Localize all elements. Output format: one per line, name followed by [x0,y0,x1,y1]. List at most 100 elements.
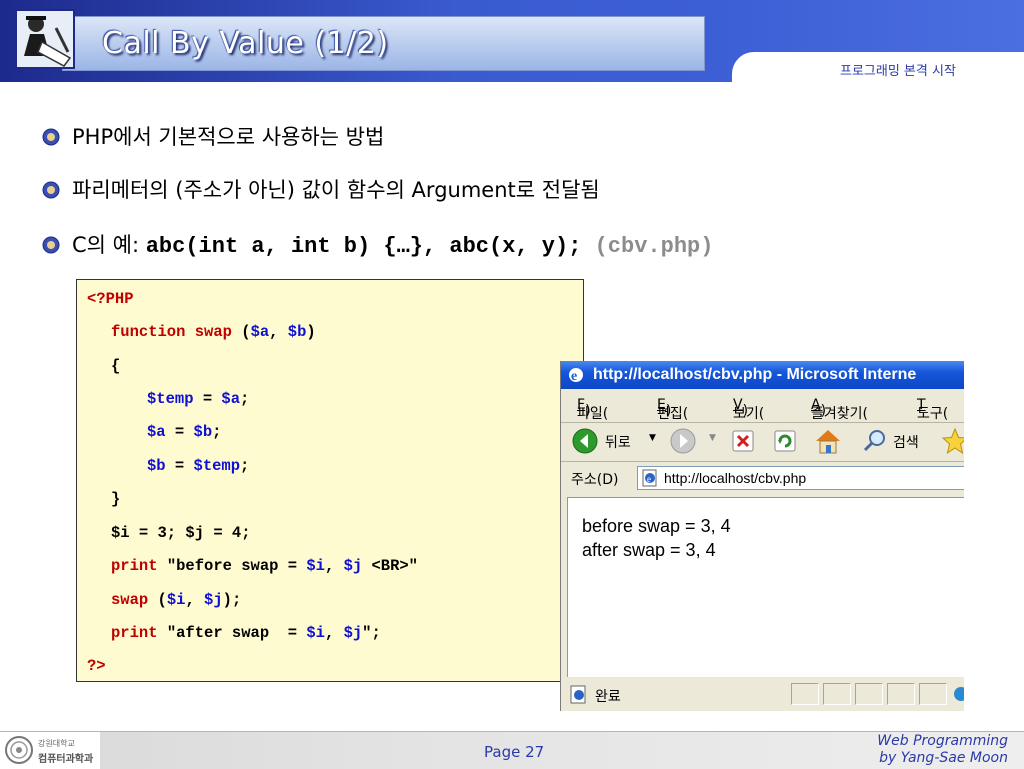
code-string: "before swap = [157,557,307,575]
bullet-3: C의 예: abc(int a, int b) {…}, abc(x, y); … [42,229,713,259]
code-listing: <?PHP function swap ($a, $b) { $temp = $… [76,279,584,682]
code-var: $j [343,624,363,642]
course-name: Web Programming [877,733,1008,749]
code-var: $i [306,624,325,642]
page-number: Page 27 [484,743,545,761]
page-icon: e [642,469,657,487]
back-arrow-icon[interactable] [571,427,599,455]
code-var: $a [250,323,270,341]
menu-edit[interactable]: 편집(E) [657,397,688,422]
browser-window: e http://localhost/cbv.php - Microsoft I… [560,361,964,711]
code-line-1: <?PHP [87,290,134,308]
back-button-label[interactable]: 뒤로 [605,432,631,452]
reading-person-icon [15,9,75,69]
code-punct: , [324,624,344,642]
code-var: $j [343,557,363,575]
chevron-down-icon[interactable]: ▼ [709,433,716,443]
bullet-emblem-icon [42,181,60,199]
code-punct: ( [148,591,167,609]
status-cell [855,683,883,705]
bullet-2-text: 파리메터의 (주소가 아닌) 값이 함수의 Argument로 전달됨 [72,178,600,202]
code-keyword: print [111,624,158,642]
code-var: $b [193,423,213,441]
code-line-8: $i = 3; $j = 4; [111,524,251,542]
code-line-6: $b = $temp; [147,457,249,475]
browser-toolbar: 뒤로 ▼ ▼ 검색 [561,423,964,459]
code-punct: ; [212,423,222,441]
code-punct: , [269,323,288,341]
code-string: <BR>" [362,557,418,575]
code-var: $temp [193,457,241,475]
menu-tools[interactable]: 도구(T [917,397,948,422]
code-punct: , [185,591,205,609]
menu-view[interactable]: 보기(V) [733,397,764,422]
code-var: $i [166,591,186,609]
code-punct: = [165,457,194,475]
status-text: 완료 [595,689,621,705]
code-string: "; [362,624,381,642]
code-line-7: } [111,490,121,508]
slide-subtitle: 프로그래밍 본격 시작 [840,64,956,79]
code-line-4: $temp = $a; [147,390,249,408]
separator [561,461,964,462]
code-punct: ); [222,591,242,609]
status-cell [823,683,851,705]
browser-title-bar[interactable]: e http://localhost/cbv.php - Microsoft I… [561,361,964,389]
output-line-2: after swap = 3, 4 [582,540,716,560]
internet-zone-icon [954,687,964,701]
logo-text-1: 강원대학교 [38,739,75,748]
search-icon[interactable] [861,427,889,455]
code-var: $i [306,557,325,575]
code-var: $j [204,591,223,609]
code-punct: ) [306,323,316,341]
code-string: "after swap = [157,624,307,642]
code-line-3: { [111,357,121,375]
bullet-1: PHP에서 기본적으로 사용하는 방법 [42,121,384,151]
home-icon[interactable] [813,427,843,455]
code-line-10: swap ($i, $j); [111,591,241,609]
university-logo: 강원대학교 컴퓨터과학과 [0,732,100,769]
search-button-label[interactable]: 검색 [893,432,919,452]
ie-icon: e [569,368,583,384]
code-line-9: print "before swap = $i, $j <BR>" [111,557,418,575]
code-var: $a [147,423,166,441]
bullet-3-code: abc(int a, int b) {…}, abc(x, y); [145,234,582,259]
forward-arrow-icon[interactable] [669,427,697,455]
code-punct: ( [231,323,251,341]
svg-text:e: e [571,369,577,384]
status-cell [791,683,819,705]
code-var: $temp [147,390,194,408]
code-punct: ; [240,457,250,475]
bullet-emblem-icon [42,128,60,146]
code-punct: , [324,557,344,575]
code-keyword: print [111,557,158,575]
slide-title: Call By Value (1/2) [102,26,389,61]
refresh-icon[interactable] [773,429,797,453]
svg-text:e: e [647,474,651,484]
code-line-5: $a = $b; [147,423,221,441]
footer: 강원대학교 컴퓨터과학과 Page 27 Web Programming by … [0,731,1024,769]
author-credit: by Yang-Sae Moon [879,750,1008,766]
menu-favorites[interactable]: 즐겨찾기(A) [811,397,868,422]
address-input[interactable]: e http://localhost/cbv.php [637,466,964,490]
code-function-name: swap [194,323,232,341]
code-function-name: swap [111,591,149,609]
code-line-2: function swap ($a, $b) [111,323,316,341]
code-punct: = [165,423,194,441]
status-cell [887,683,915,705]
logo-text-2: 컴퓨터과학과 [38,754,94,765]
stop-icon[interactable] [731,429,755,453]
menu-file[interactable]: 파일(F) [577,397,608,422]
browser-title: http://localhost/cbv.php - Microsoft Int… [593,366,917,383]
code-punct: ; [240,390,250,408]
address-label: 주소(D) [571,472,619,488]
chevron-down-icon[interactable]: ▼ [649,433,656,443]
output-line-1: before swap = 3, 4 [582,516,731,536]
code-var: $b [147,457,166,475]
favorites-star-icon[interactable] [941,427,964,455]
bullet-2: 파리메터의 (주소가 아닌) 값이 함수의 Argument로 전달됨 [42,174,600,204]
bullet-1-text: PHP에서 기본적으로 사용하는 방법 [72,125,385,149]
code-keyword: function [111,323,186,341]
code-var: $a [221,390,241,408]
address-bar: 주소(D) e http://localhost/cbv.php [561,463,964,493]
